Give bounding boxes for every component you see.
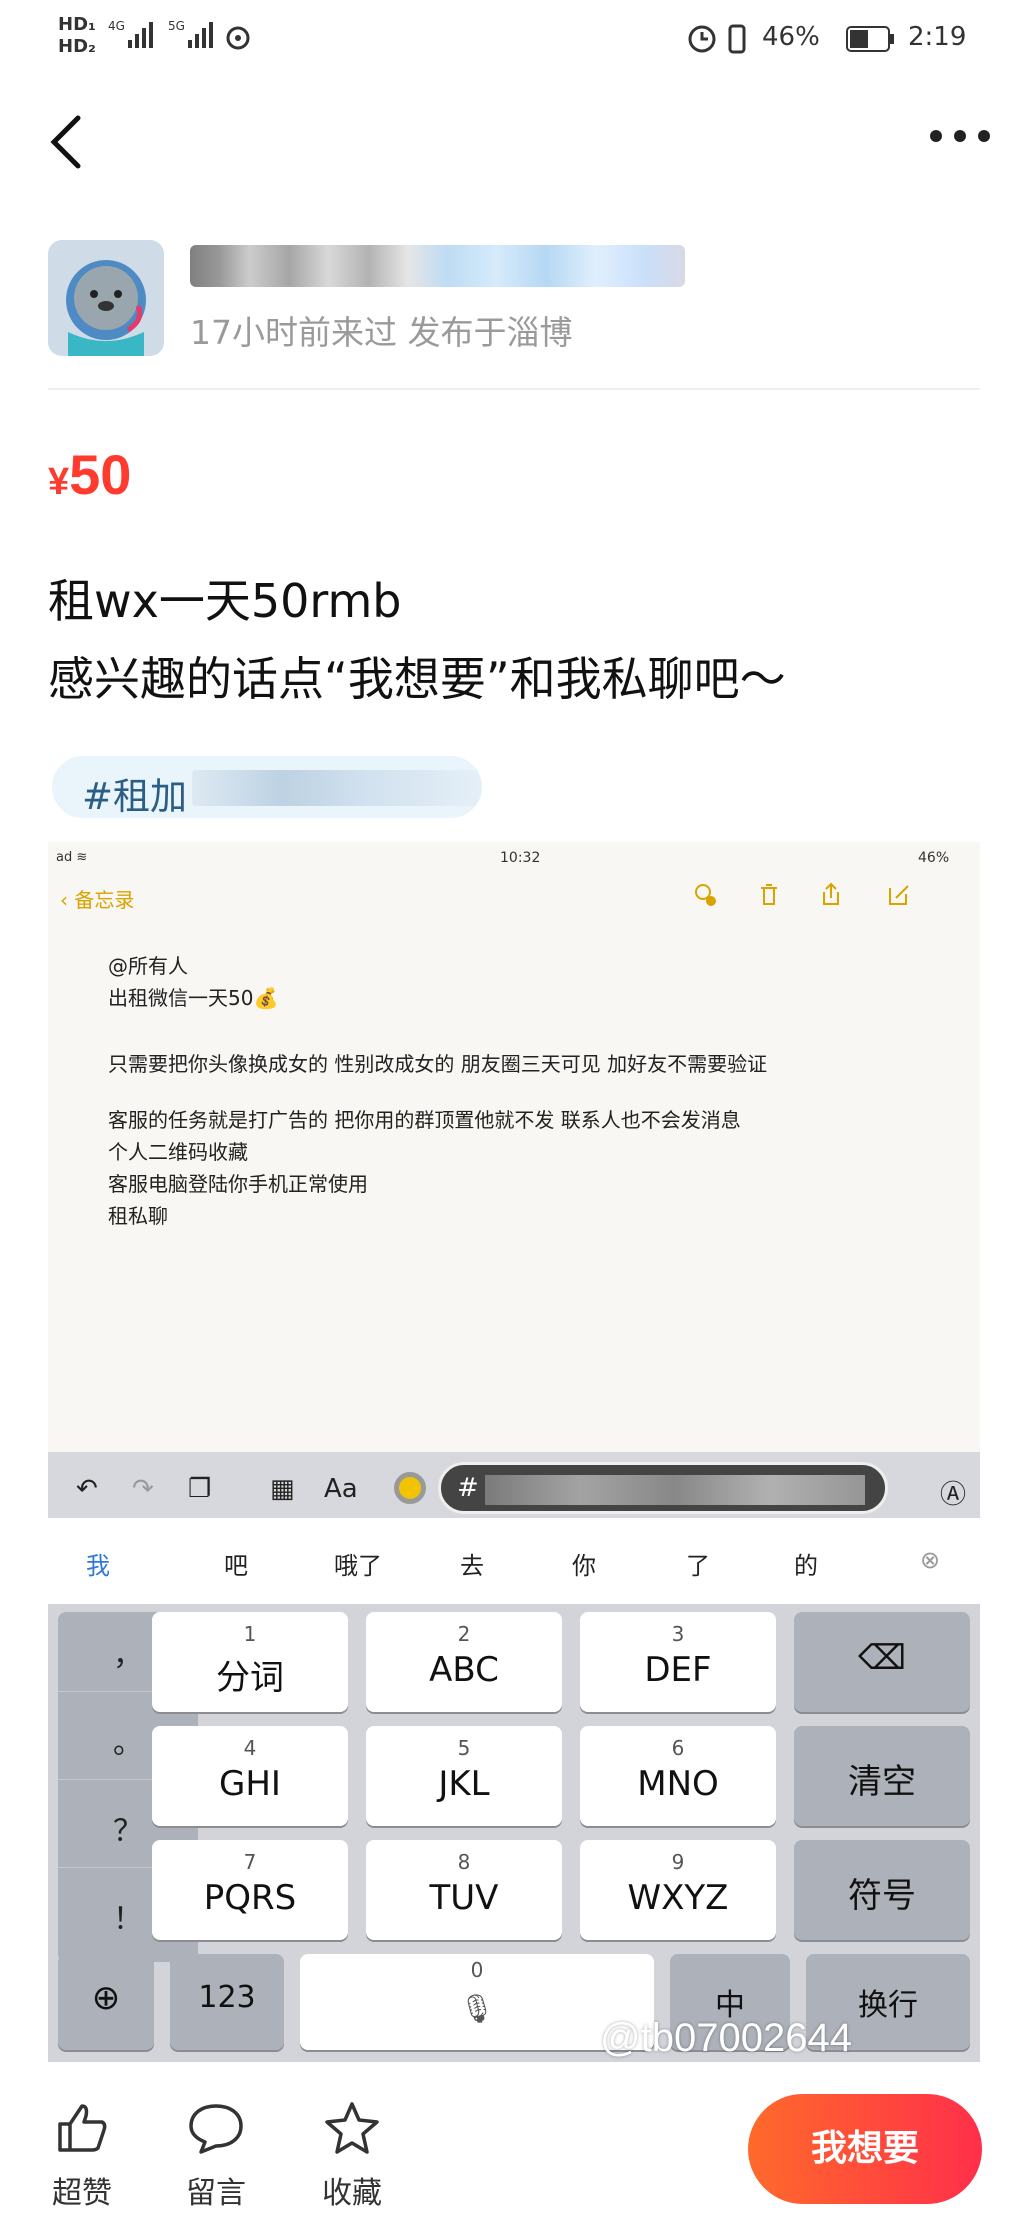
svg-text:4G: 4G [108,19,125,33]
note-line: 出租微信一天50💰 [108,986,279,1010]
key-7[interactable]: 7 PQRS [152,1840,348,1940]
key-3[interactable]: 3 DEF [580,1612,776,1712]
topic-tag[interactable]: #租加 [52,756,482,818]
key-9[interactable]: 9 WXYZ [580,1840,776,1940]
ipad-keyboard-toolbar: ↶ ↷ ❐ ▦ Aa # Ⓐ [48,1452,980,1518]
note-line: 客服的任务就是打广告的 把你用的群顶置他就不发 联系人也不会发消息 [108,1108,741,1132]
like-label: 超赞 [52,2176,112,2211]
backspace-icon: ⌫ [857,1638,907,1678]
favorite-label: 收藏 [322,2176,382,2211]
trash-icon[interactable] [756,882,782,908]
star-icon [325,2102,379,2154]
favorite-button[interactable]: 收藏 [302,2100,402,2212]
seller-avatar[interactable] [48,240,164,356]
backspace-key[interactable]: ⌫ [794,1612,970,1712]
candidate[interactable]: 吧 [224,1546,248,1581]
candidate-bar: 我 吧 哦了 去 你 了 的 ⊗ [48,1518,980,1604]
candidate[interactable]: 我 [86,1546,110,1581]
description-line-1: 租wx一天50rmb [48,574,402,628]
ipad-keyboard: ， 。 ？ ！ 1 分词 2 ABC 3 DEF ⌫ 4 GHI 5 JKL 6 MNO 清… [48,1604,980,2062]
key-5[interactable]: 5 JKL [366,1726,562,1826]
want-button[interactable]: 我想要 [748,2094,982,2204]
seller-name-blurred[interactable] [190,245,685,287]
ipad-status-bar: ad ≋ 10:32 46% [48,842,980,872]
comment-icon [189,2104,243,2154]
svg-text:5G: 5G [168,19,185,33]
undo-icon[interactable]: ↶ [76,1474,98,1504]
globe-key[interactable]: ⊕ [58,1954,154,2050]
share-icon[interactable] [818,882,844,908]
ipad-wifi-icon: ad ≋ [56,850,88,865]
notes-back-button[interactable]: ‹ 备忘录 [60,884,134,913]
format-button[interactable]: Aa [324,1474,358,1504]
notes-back-label: 备忘录 [74,888,135,912]
ipad-battery: 46% [918,850,950,866]
battery-icon [846,26,894,52]
note-line: @所有人 [108,954,188,978]
table-icon[interactable]: ▦ [270,1474,295,1504]
more-icon[interactable] [930,130,990,150]
description-line-2: 感兴趣的话点“我想要”和我私聊吧～ [48,652,786,706]
comment-button[interactable]: 留言 [166,2100,266,2212]
thumbs-up-icon [58,2104,107,2152]
close-candidates-icon[interactable]: ⊗ [920,1546,940,1574]
clock: 2:19 [908,22,967,52]
add-person-icon[interactable] [692,882,718,908]
floating-tag-blur: # [438,1462,888,1514]
note-line: 客服电脑登陆你手机正常使用 [108,1172,368,1196]
topic-tag-label: #租加 [82,775,188,818]
candidate[interactable]: 哦了 [334,1546,382,1581]
key-2[interactable]: 2 ABC [366,1612,562,1712]
candidate[interactable]: 的 [794,1546,818,1581]
key-6[interactable]: 6 MNO [580,1726,776,1826]
compose-icon[interactable] [886,882,912,908]
note-line: 个人二维码收藏 [108,1140,248,1164]
markup-icon[interactable]: Ⓐ [940,1474,966,1511]
topic-tag-blur [192,770,482,806]
price-value: 50 [69,443,132,506]
number-mode-key[interactable]: 123 [170,1954,284,2050]
key-8[interactable]: 8 TUV [366,1840,562,1940]
back-icon[interactable] [46,112,86,172]
candidate[interactable]: 你 [572,1546,596,1581]
note-line: 只需要把你头像换成女的 性别改成女的 朋友圈三天可见 加好友不需要验证 [108,1052,768,1076]
clear-key[interactable]: 清空 [794,1726,970,1826]
paste-icon[interactable]: ❐ [188,1474,211,1504]
like-button[interactable]: 超赞 [32,2100,132,2212]
seller-meta: 17小时前来过 发布于淄博 [190,313,573,352]
comment-label: 留言 [186,2176,246,2211]
status-bar: HD₁ HD₂ 4G 5G 46% 2:19 [0,0,1027,80]
divider [48,388,980,390]
redo-icon[interactable]: ↷ [132,1474,154,1504]
watermark: @tb07002644 [600,2016,852,2060]
listing-image[interactable]: ad ≋ 10:32 46% ‹ 备忘录 @所有人 出租微信一天50💰 只需要把… [48,842,980,2062]
alarm-vibrate-icon [688,24,746,54]
note-line: 租私聊 [108,1204,168,1228]
key-4[interactable]: 4 GHI [152,1726,348,1826]
network-indicators: HD₁ HD₂ [58,14,96,57]
globe-icon: ⊕ [91,1978,121,2018]
signal-icon: 4G 5G [108,19,250,50]
candidate[interactable]: 去 [460,1546,484,1581]
price: ¥50 [48,442,131,507]
recording-dot [394,1472,426,1504]
candidate[interactable]: 了 [686,1546,710,1581]
symbols-key[interactable]: 符号 [794,1840,970,1940]
price-currency: ¥ [48,461,70,503]
ipad-clock: 10:32 [500,850,541,866]
key-1[interactable]: 1 分词 [152,1612,348,1712]
battery-text: 46% [762,22,820,52]
